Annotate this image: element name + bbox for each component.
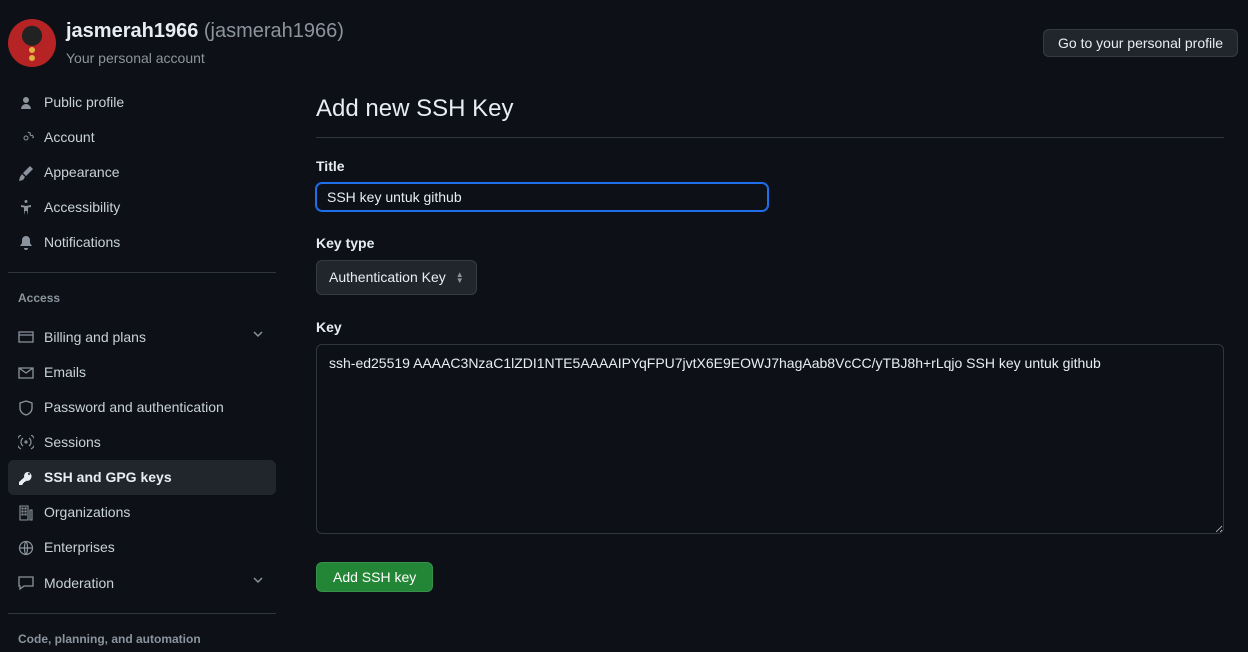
key-icon: [18, 470, 34, 486]
sidebar-item-password[interactable]: Password and authentication: [8, 390, 276, 425]
avatar[interactable]: [8, 19, 56, 67]
sidebar-item-label: Organizations: [44, 502, 130, 523]
keytype-label: Key type: [316, 233, 1224, 254]
go-to-profile-button[interactable]: Go to your personal profile: [1043, 29, 1238, 57]
brush-icon: [18, 165, 34, 181]
sidebar-item-label: Notifications: [44, 232, 120, 253]
title-label: Title: [316, 156, 1224, 177]
sidebar-item-enterprises[interactable]: Enterprises: [8, 530, 276, 565]
card-icon: [18, 329, 34, 345]
divider: [316, 137, 1224, 138]
sidebar-item-label: Accessibility: [44, 197, 120, 218]
gear-icon: [18, 130, 34, 146]
sidebar-item-label: Sessions: [44, 432, 101, 453]
account-subtitle: Your personal account: [66, 48, 694, 69]
shield-icon: [18, 400, 34, 416]
settings-sidebar: Public profile Account Appearance Accessibi…: [8, 77, 276, 652]
sidebar-item-label: Appearance: [44, 162, 120, 183]
keytype-value: Authentication Key: [329, 267, 446, 288]
sidebar-section-access: Access: [8, 285, 276, 311]
chevron-down-icon: [250, 572, 266, 594]
sidebar-item-label: Emails: [44, 362, 86, 383]
sidebar-item-ssh[interactable]: SSH and GPG keys: [8, 460, 276, 495]
keytype-select[interactable]: Authentication Key ▲▼: [316, 260, 477, 295]
sidebar-item-label: Account: [44, 127, 95, 148]
sidebar-item-public-profile[interactable]: Public profile: [8, 85, 276, 120]
sidebar-section-code: Code, planning, and automation: [8, 626, 276, 652]
key-label: Key: [316, 317, 1224, 338]
person-icon: [18, 95, 34, 111]
sidebar-item-emails[interactable]: Emails: [8, 355, 276, 390]
ssh-title-input[interactable]: [316, 183, 768, 211]
sidebar-item-accessibility[interactable]: Accessibility: [8, 190, 276, 225]
sidebar-item-moderation[interactable]: Moderation: [8, 565, 276, 601]
globe-icon: [18, 540, 34, 556]
bell-icon: [18, 235, 34, 251]
main-content: Add new SSH Key Title Key type Authentic…: [316, 77, 1240, 592]
sidebar-item-billing[interactable]: Billing and plans: [8, 319, 276, 355]
mail-icon: [18, 365, 34, 381]
sidebar-item-sessions[interactable]: Sessions: [8, 425, 276, 460]
sidebar-item-label: Public profile: [44, 92, 124, 113]
sidebar-item-orgs[interactable]: Organizations: [8, 495, 276, 530]
chevron-down-icon: [250, 326, 266, 348]
settings-header: jasmerah1966 (jasmerah1966) Your persona…: [0, 0, 1248, 77]
org-icon: [18, 505, 34, 521]
accessibility-icon: [18, 200, 34, 216]
sidebar-item-label: Moderation: [44, 573, 114, 594]
add-ssh-key-button[interactable]: Add SSH key: [316, 562, 433, 592]
ssh-key-textarea[interactable]: [316, 344, 1224, 534]
sidebar-item-notifications[interactable]: Notifications: [8, 225, 276, 260]
display-name: jasmerah1966: [66, 20, 198, 42]
divider: [8, 613, 276, 614]
sidebar-item-label: Billing and plans: [44, 327, 146, 348]
broadcast-icon: [18, 435, 34, 451]
divider: [8, 272, 276, 273]
sidebar-item-account[interactable]: Account: [8, 120, 276, 155]
sidebar-item-label: Enterprises: [44, 537, 115, 558]
sidebar-item-label: Password and authentication: [44, 397, 224, 418]
comment-icon: [18, 575, 34, 591]
sidebar-item-appearance[interactable]: Appearance: [8, 155, 276, 190]
sidebar-item-label: SSH and GPG keys: [44, 467, 172, 488]
page-title: Add new SSH Key: [316, 91, 1224, 127]
select-updown-icon: ▲▼: [456, 272, 464, 284]
user-handle: (jasmerah1966): [204, 20, 344, 42]
